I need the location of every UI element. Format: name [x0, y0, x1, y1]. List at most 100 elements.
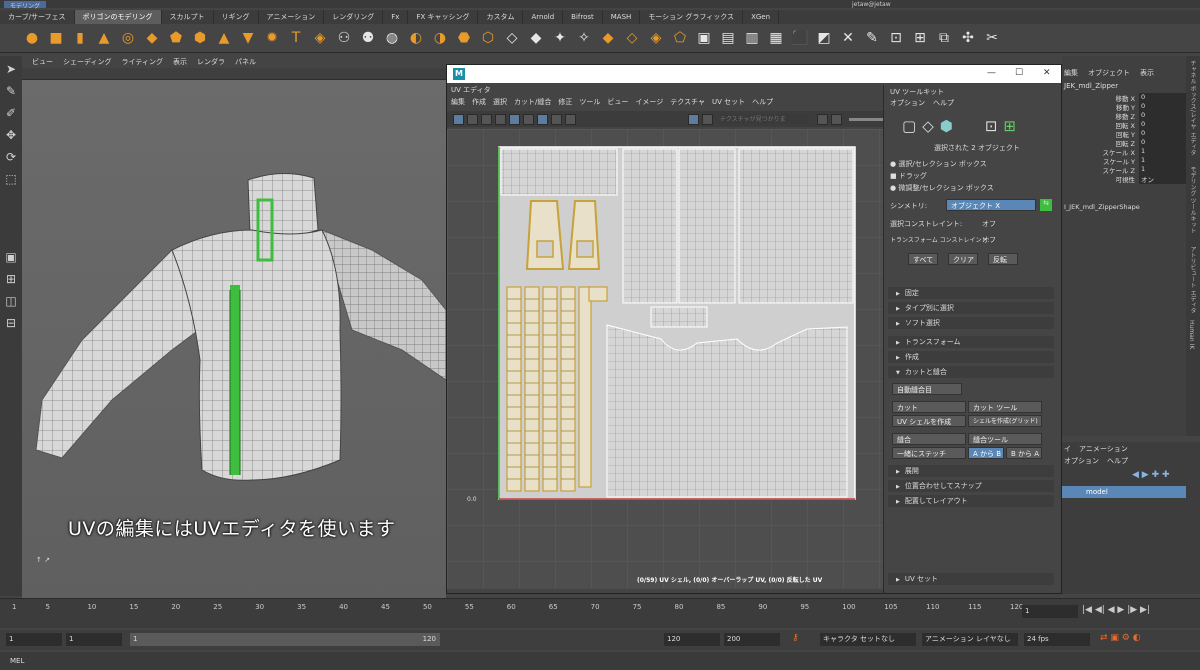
append-icon[interactable]: ⬡ — [478, 28, 498, 48]
move-tool-icon[interactable]: ✥ — [2, 126, 20, 144]
combine-icon[interactable]: ⚇ — [334, 28, 354, 48]
vertex-mode-icon[interactable]: ▢ — [902, 117, 916, 135]
cylindrical-map-icon[interactable]: ▤ — [718, 28, 738, 48]
loop-icon[interactable]: ⇄ ▣ ⚙ ◐ — [1100, 633, 1141, 643]
section-arrange-layout[interactable]: 配置してレイアウト — [888, 495, 1054, 507]
section-select-by-type[interactable]: タイプ別に選択 — [888, 302, 1054, 314]
uv-canvas[interactable]: 0.0 — [447, 129, 883, 589]
minimize-icon[interactable]: — — [987, 68, 996, 78]
playback-end-field[interactable]: 120 — [664, 633, 720, 646]
planar-map-icon[interactable]: ▣ — [694, 28, 714, 48]
shelf-tab[interactable]: カーブ/サーフェス — [0, 10, 75, 24]
shell-mode-icon[interactable]: ⊞ — [1003, 117, 1016, 135]
section-cut-sew[interactable]: カットと縫合 — [888, 366, 1054, 378]
layout-two-icon[interactable]: ◫ — [2, 292, 20, 310]
uv-menu-item[interactable]: UV セット — [712, 97, 745, 109]
shelf-tab[interactable]: MASH — [603, 10, 641, 24]
uv-toolbar-button[interactable] — [480, 113, 492, 125]
bridge-icon[interactable]: ◑ — [430, 28, 450, 48]
end-time-field[interactable]: 200 — [724, 633, 780, 646]
layer-tab-animation[interactable]: アニメーション — [1079, 444, 1128, 454]
disc-icon[interactable]: ⬟ — [166, 28, 186, 48]
shelf-tab-active[interactable]: ポリゴンのモデリング — [74, 10, 162, 24]
uv-menu-item[interactable]: 選択 — [493, 97, 507, 109]
create-uv-shell-button[interactable]: UV シェルを作成 — [892, 415, 966, 427]
uv-menu-item[interactable]: イメージ — [635, 97, 663, 109]
cylinder-icon[interactable]: ▮ — [70, 28, 90, 48]
helix-icon[interactable]: ✹ — [262, 28, 282, 48]
torus-icon[interactable]: ◎ — [118, 28, 138, 48]
channel-menu-object[interactable]: オブジェクト — [1088, 68, 1130, 78]
spherical-map-icon[interactable]: ▥ — [742, 28, 762, 48]
close-icon[interactable]: ✕ — [1043, 68, 1051, 78]
shelf-tab[interactable]: XGen — [743, 10, 780, 24]
uv-toolbar-button[interactable] — [453, 113, 464, 125]
clear-button[interactable]: クリア — [948, 253, 978, 265]
shelf-tab[interactable]: モーション グラフィックス — [640, 10, 744, 24]
section-pin[interactable]: 固定 — [888, 287, 1054, 299]
invert-button[interactable]: 反転 — [988, 253, 1018, 265]
uv-shell-icon[interactable]: ◩ — [814, 28, 834, 48]
offset-edge-loop-icon[interactable]: ◈ — [646, 28, 666, 48]
shelf-tab[interactable]: リギング — [214, 10, 259, 24]
cone-icon[interactable]: ▲ — [94, 28, 114, 48]
lasso-tool-icon[interactable]: ✎ — [2, 82, 20, 100]
layer-menu-help[interactable]: ヘルプ — [1107, 456, 1128, 466]
a-to-b-button[interactable]: A から B — [968, 447, 1004, 459]
insert-edge-loop-icon[interactable]: ◇ — [622, 28, 642, 48]
uv-menu-item[interactable]: 編集 — [451, 97, 465, 109]
sew-button[interactable]: 縫合 — [892, 433, 966, 445]
fill-hole-icon[interactable]: ◇ — [502, 28, 522, 48]
edge-mode-icon[interactable]: ◇ — [922, 117, 934, 135]
menu-set-dropdown[interactable]: モデリング — [4, 0, 47, 10]
side-tab-modeling-toolkit[interactable]: モデリング ツールキット — [1188, 166, 1197, 234]
maximize-icon[interactable]: ☐ — [1015, 68, 1023, 78]
cut-button[interactable]: カット — [892, 401, 966, 413]
rotate-tool-icon[interactable]: ⟳ — [2, 148, 20, 166]
shading-icon[interactable] — [550, 113, 562, 125]
channel-row[interactable]: 可視性 オン — [1064, 174, 1194, 184]
toolkit-menu-options[interactable]: オプション — [890, 98, 925, 108]
user-label[interactable]: jetaw@jetaw — [852, 1, 891, 8]
timeline[interactable]: 1 5 10 15 20 25 30 35 40 45 50 55 60 65 70 75 80 85 90 95 10… — [0, 598, 1200, 628]
channel-menu-edit[interactable]: 編集 — [1064, 68, 1078, 78]
side-tab-channel-box[interactable]: チャネル ボックス/レイヤ エディタ — [1188, 60, 1197, 156]
uv-toolbar-button[interactable] — [522, 113, 534, 125]
anim-layer-dropdown[interactable]: アニメーション レイヤなし — [922, 633, 1018, 646]
layout-three-icon[interactable]: ⊟ — [2, 314, 20, 332]
text-icon[interactable]: T — [286, 28, 306, 48]
face-mode-icon[interactable]: ⬢ — [940, 117, 953, 135]
multi-cut-icon[interactable]: ◆ — [598, 28, 618, 48]
pin-icon[interactable]: ✕ — [838, 28, 858, 48]
shelf-tab[interactable]: スカルプト — [162, 10, 214, 24]
layout-four-icon[interactable]: ⊞ — [2, 270, 20, 288]
shelf-tab[interactable]: カスタム — [478, 10, 524, 24]
shelf-tab[interactable]: Arnold — [523, 10, 564, 24]
viewport-menu-lighting[interactable]: ライティング — [122, 56, 163, 68]
grid-toggle-icon[interactable] — [536, 113, 548, 125]
mode-tweak[interactable]: ● 微調整/セレクション ボックス — [890, 183, 994, 193]
range-bar[interactable]: 1 120 — [130, 633, 440, 646]
uv-mode-icon[interactable]: ⊡ — [985, 117, 998, 135]
merge-icon[interactable]: ◆ — [526, 28, 546, 48]
uv-menu-item[interactable]: テクスチャ — [670, 97, 705, 109]
pyramid-icon[interactable]: ▲ — [214, 28, 234, 48]
scale-tool-icon[interactable]: ⬚ — [2, 170, 20, 188]
create-shell-grid-button[interactable]: シェルを作成(グリッド) — [968, 415, 1042, 427]
viewport-menu-panels[interactable]: パネル — [235, 56, 256, 68]
uv-menu-item[interactable]: ビュー — [607, 97, 628, 109]
target-weld-icon[interactable]: ✦ — [550, 28, 570, 48]
viewport-menu-shading[interactable]: シェーディング — [63, 56, 112, 68]
b-to-a-button[interactable]: B から A — [1006, 447, 1042, 459]
toolkit-menu-help[interactable]: ヘルプ — [933, 98, 954, 108]
playback-start-field[interactable]: 1 — [66, 633, 122, 646]
prism-icon[interactable]: ▼ — [238, 28, 258, 48]
uv-editor-titlebar[interactable]: M — ☐ ✕ — [447, 65, 1061, 83]
sphere-icon[interactable]: ● — [22, 28, 42, 48]
paint-select-icon[interactable]: ✐ — [2, 104, 20, 122]
texture-dropdown[interactable] — [719, 114, 810, 124]
section-uv-sets[interactable]: UV セット — [888, 573, 1054, 585]
mode-select-box[interactable]: ● 選択/セレクション ボックス — [890, 159, 987, 169]
stitch-together-button[interactable]: 一緒にステッチ — [892, 447, 966, 459]
side-tab-attribute-editor[interactable]: アトリビュート エディタ — [1188, 246, 1197, 314]
